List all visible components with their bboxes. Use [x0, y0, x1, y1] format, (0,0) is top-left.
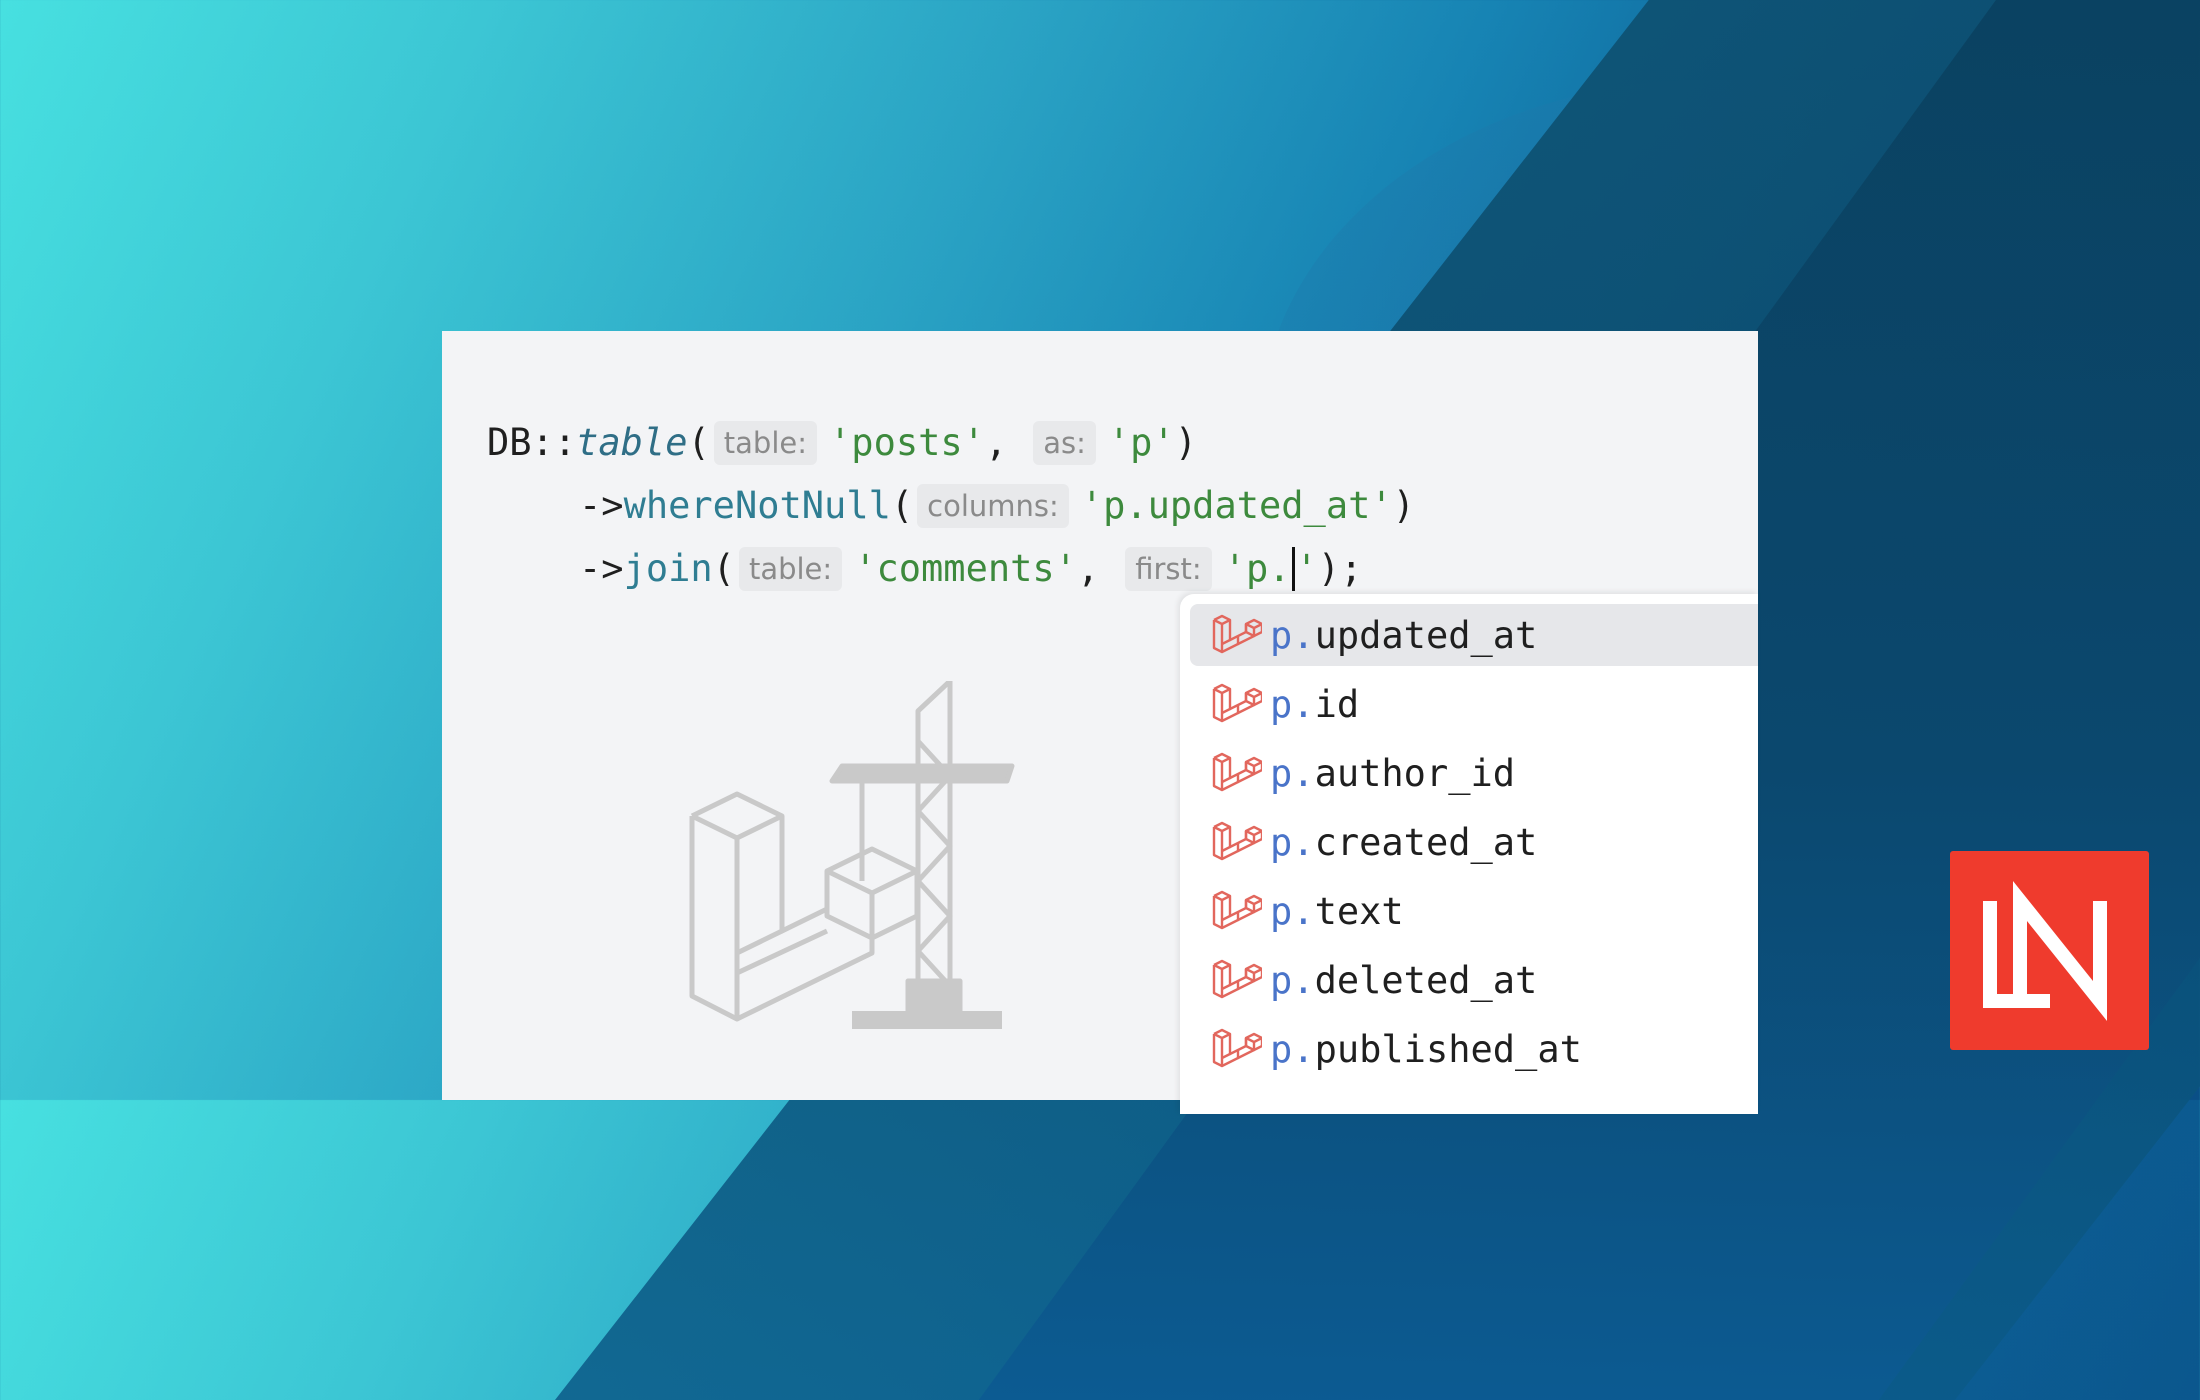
item-prefix: p.: [1270, 1027, 1315, 1071]
string-literal: 'p': [1107, 421, 1175, 464]
parameter-hint: table:: [713, 420, 818, 465]
laravel-icon: [1210, 1026, 1264, 1072]
string-literal: 'p.: [1223, 547, 1291, 590]
comma: ,: [984, 421, 1008, 464]
item-prefix: p.: [1270, 613, 1315, 657]
parameter-hint: first:: [1125, 546, 1212, 591]
paren: ): [1392, 484, 1415, 527]
item-name: id: [1314, 682, 1360, 726]
string-literal: 'posts': [829, 421, 985, 464]
method-name: table: [576, 421, 688, 464]
code-line-3[interactable]: -> join(table: 'comments', first: 'p. ');: [487, 537, 1415, 600]
string-literal: 'comments': [854, 547, 1077, 590]
item-name: published_at: [1314, 1027, 1582, 1071]
class-name: DB::: [487, 421, 577, 464]
laravel-news-logo: [1950, 851, 2149, 1050]
autocomplete-item[interactable]: p. author_id: [1190, 742, 1758, 804]
arrow-operator: ->: [579, 484, 624, 527]
code-block: DB:: table(table:'posts', as:'p') -> whereN…: [487, 411, 1415, 600]
laravel-icon: [1210, 612, 1264, 658]
string-literal: ': [1295, 547, 1318, 590]
laravel-icon: [1210, 819, 1264, 865]
parameter-hint: as:: [1033, 420, 1096, 465]
paren: ): [1174, 421, 1197, 464]
autocomplete-item[interactable]: p. id: [1190, 673, 1758, 735]
item-prefix: p.: [1270, 889, 1315, 933]
text-caret: [1291, 546, 1295, 591]
parameter-hint: table:: [738, 546, 843, 591]
laravel-construction-illustration: [689, 681, 1015, 1029]
method-name: whereNotNull: [623, 484, 891, 527]
item-prefix: p.: [1270, 820, 1315, 864]
laravel-icon: [1210, 957, 1264, 1003]
autocomplete-item[interactable]: p. updated_at: [1190, 604, 1758, 666]
laravel-icon: [1210, 750, 1264, 796]
item-prefix: p.: [1270, 958, 1315, 1002]
method-name: join: [623, 547, 713, 590]
comma: ,: [1076, 547, 1100, 590]
item-prefix: p.: [1270, 682, 1315, 726]
item-prefix: p.: [1270, 751, 1315, 795]
item-name: created_at: [1314, 820, 1538, 864]
arrow-operator: ->: [579, 547, 624, 590]
item-name: author_id: [1314, 751, 1516, 795]
item-name: deleted_at: [1314, 958, 1538, 1002]
autocomplete-item[interactable]: p. published_at: [1190, 1018, 1758, 1080]
paren: );: [1317, 547, 1363, 590]
autocomplete-popup[interactable]: p. updated_at p. id p. author_id p. created_at p…: [1180, 594, 1758, 1114]
item-name: text: [1314, 889, 1404, 933]
laravel-icon: [1210, 888, 1264, 934]
string-literal: 'p.updated_at': [1080, 484, 1393, 527]
laravel-icon: [1210, 681, 1264, 727]
autocomplete-item[interactable]: p. text: [1190, 880, 1758, 942]
parameter-hint: columns:: [917, 483, 1069, 528]
code-line-1[interactable]: DB:: table(table: 'posts', as: 'p'): [487, 411, 1415, 474]
autocomplete-item[interactable]: p. created_at: [1190, 811, 1758, 873]
paren: (: [687, 421, 710, 464]
paren: (: [712, 547, 735, 590]
code-editor[interactable]: DB:: table(table:'posts', as:'p') -> whereN…: [442, 331, 1758, 1114]
item-name: updated_at: [1314, 613, 1538, 657]
paren: (: [890, 484, 914, 527]
code-line-2[interactable]: -> whereNotNull(columns: 'p.updated_at'): [487, 474, 1415, 537]
autocomplete-item[interactable]: p. deleted_at: [1190, 949, 1758, 1011]
ln-logo-icon: [1983, 881, 2107, 1021]
